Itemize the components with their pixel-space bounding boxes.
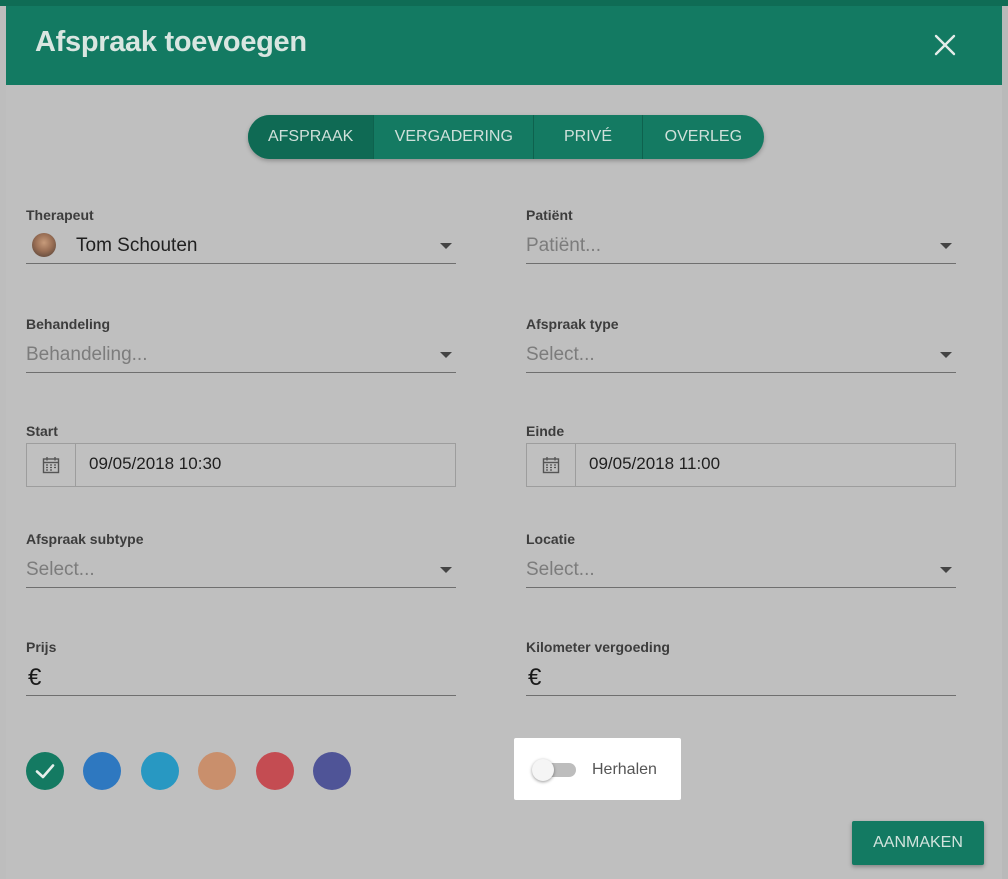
- chevron-down-icon: [440, 243, 452, 249]
- repeat-toggle-card: Herhalen: [514, 738, 681, 800]
- create-button[interactable]: AANMAKEN: [852, 821, 984, 865]
- prijs-label: Prijs: [26, 639, 57, 655]
- prijs-input-wrap: €: [26, 659, 456, 696]
- chevron-down-icon: [940, 567, 952, 573]
- color-swatch-blue[interactable]: [83, 752, 121, 790]
- color-swatch-red[interactable]: [256, 752, 294, 790]
- tab-prive[interactable]: PRIVÉ: [534, 115, 643, 159]
- therapeut-select[interactable]: Tom Schouten: [26, 227, 456, 264]
- kilometer-label: Kilometer vergoeding: [526, 639, 670, 655]
- einde-datetime-input[interactable]: [589, 454, 929, 474]
- therapeut-label: Therapeut: [26, 207, 94, 223]
- afspraak-type-placeholder: Select...: [526, 344, 595, 365]
- locatie-select[interactable]: Select...: [526, 551, 956, 588]
- avatar: [32, 233, 56, 257]
- tab-overleg[interactable]: OVERLEG: [643, 115, 764, 159]
- start-datetime-input[interactable]: [89, 454, 429, 474]
- locatie-label: Locatie: [526, 531, 576, 547]
- dialog-title: Afspraak toevoegen: [35, 26, 307, 58]
- patient-placeholder: Patiënt...: [526, 235, 601, 256]
- start-datetime-box: [26, 443, 456, 487]
- euro-icon: €: [28, 664, 42, 691]
- afspraak-subtype-select[interactable]: Select...: [26, 551, 456, 588]
- chevron-down-icon: [940, 243, 952, 249]
- patient-label: Patiënt: [526, 207, 573, 223]
- color-swatch-green[interactable]: [26, 752, 64, 790]
- therapeut-value: Tom Schouten: [76, 235, 198, 256]
- behandeling-placeholder: Behandeling...: [26, 344, 148, 365]
- afspraak-subtype-label: Afspraak subtype: [26, 531, 144, 547]
- check-icon: [35, 764, 55, 779]
- add-appointment-dialog: Afspraak toevoegen AFSPRAAK VERGADERING …: [6, 6, 1002, 879]
- tab-vergadering[interactable]: VERGADERING: [374, 115, 535, 159]
- afspraak-type-select[interactable]: Select...: [526, 336, 956, 373]
- euro-icon: €: [528, 664, 542, 691]
- repeat-toggle-label: Herhalen: [592, 761, 657, 778]
- color-swatch-cyan[interactable]: [141, 752, 179, 790]
- close-icon[interactable]: [932, 32, 958, 58]
- start-label: Start: [26, 423, 58, 439]
- einde-label: Einde: [526, 423, 565, 439]
- toggle-knob: [532, 759, 554, 781]
- calendar-icon[interactable]: [27, 444, 76, 486]
- dialog-header: Afspraak toevoegen: [6, 6, 1002, 85]
- einde-datetime-box: [526, 443, 956, 487]
- color-swatch-indigo[interactable]: [313, 752, 351, 790]
- locatie-placeholder: Select...: [526, 559, 595, 580]
- appointment-kind-tabs: AFSPRAAK VERGADERING PRIVÉ OVERLEG: [248, 115, 764, 159]
- behandeling-select[interactable]: Behandeling...: [26, 336, 456, 373]
- repeat-toggle[interactable]: [532, 759, 576, 781]
- chevron-down-icon: [440, 352, 452, 358]
- afspraak-subtype-placeholder: Select...: [26, 559, 95, 580]
- kilometer-input[interactable]: [556, 667, 950, 690]
- kilometer-input-wrap: €: [526, 659, 956, 696]
- calendar-icon[interactable]: [527, 444, 576, 486]
- chevron-down-icon: [440, 567, 452, 573]
- tab-afspraak[interactable]: AFSPRAAK: [248, 115, 375, 159]
- patient-select[interactable]: Patiënt...: [526, 227, 956, 264]
- color-swatch-orange[interactable]: [198, 752, 236, 790]
- afspraak-type-label: Afspraak type: [526, 316, 619, 332]
- behandeling-label: Behandeling: [26, 316, 111, 332]
- chevron-down-icon: [940, 352, 952, 358]
- prijs-input[interactable]: [56, 667, 450, 690]
